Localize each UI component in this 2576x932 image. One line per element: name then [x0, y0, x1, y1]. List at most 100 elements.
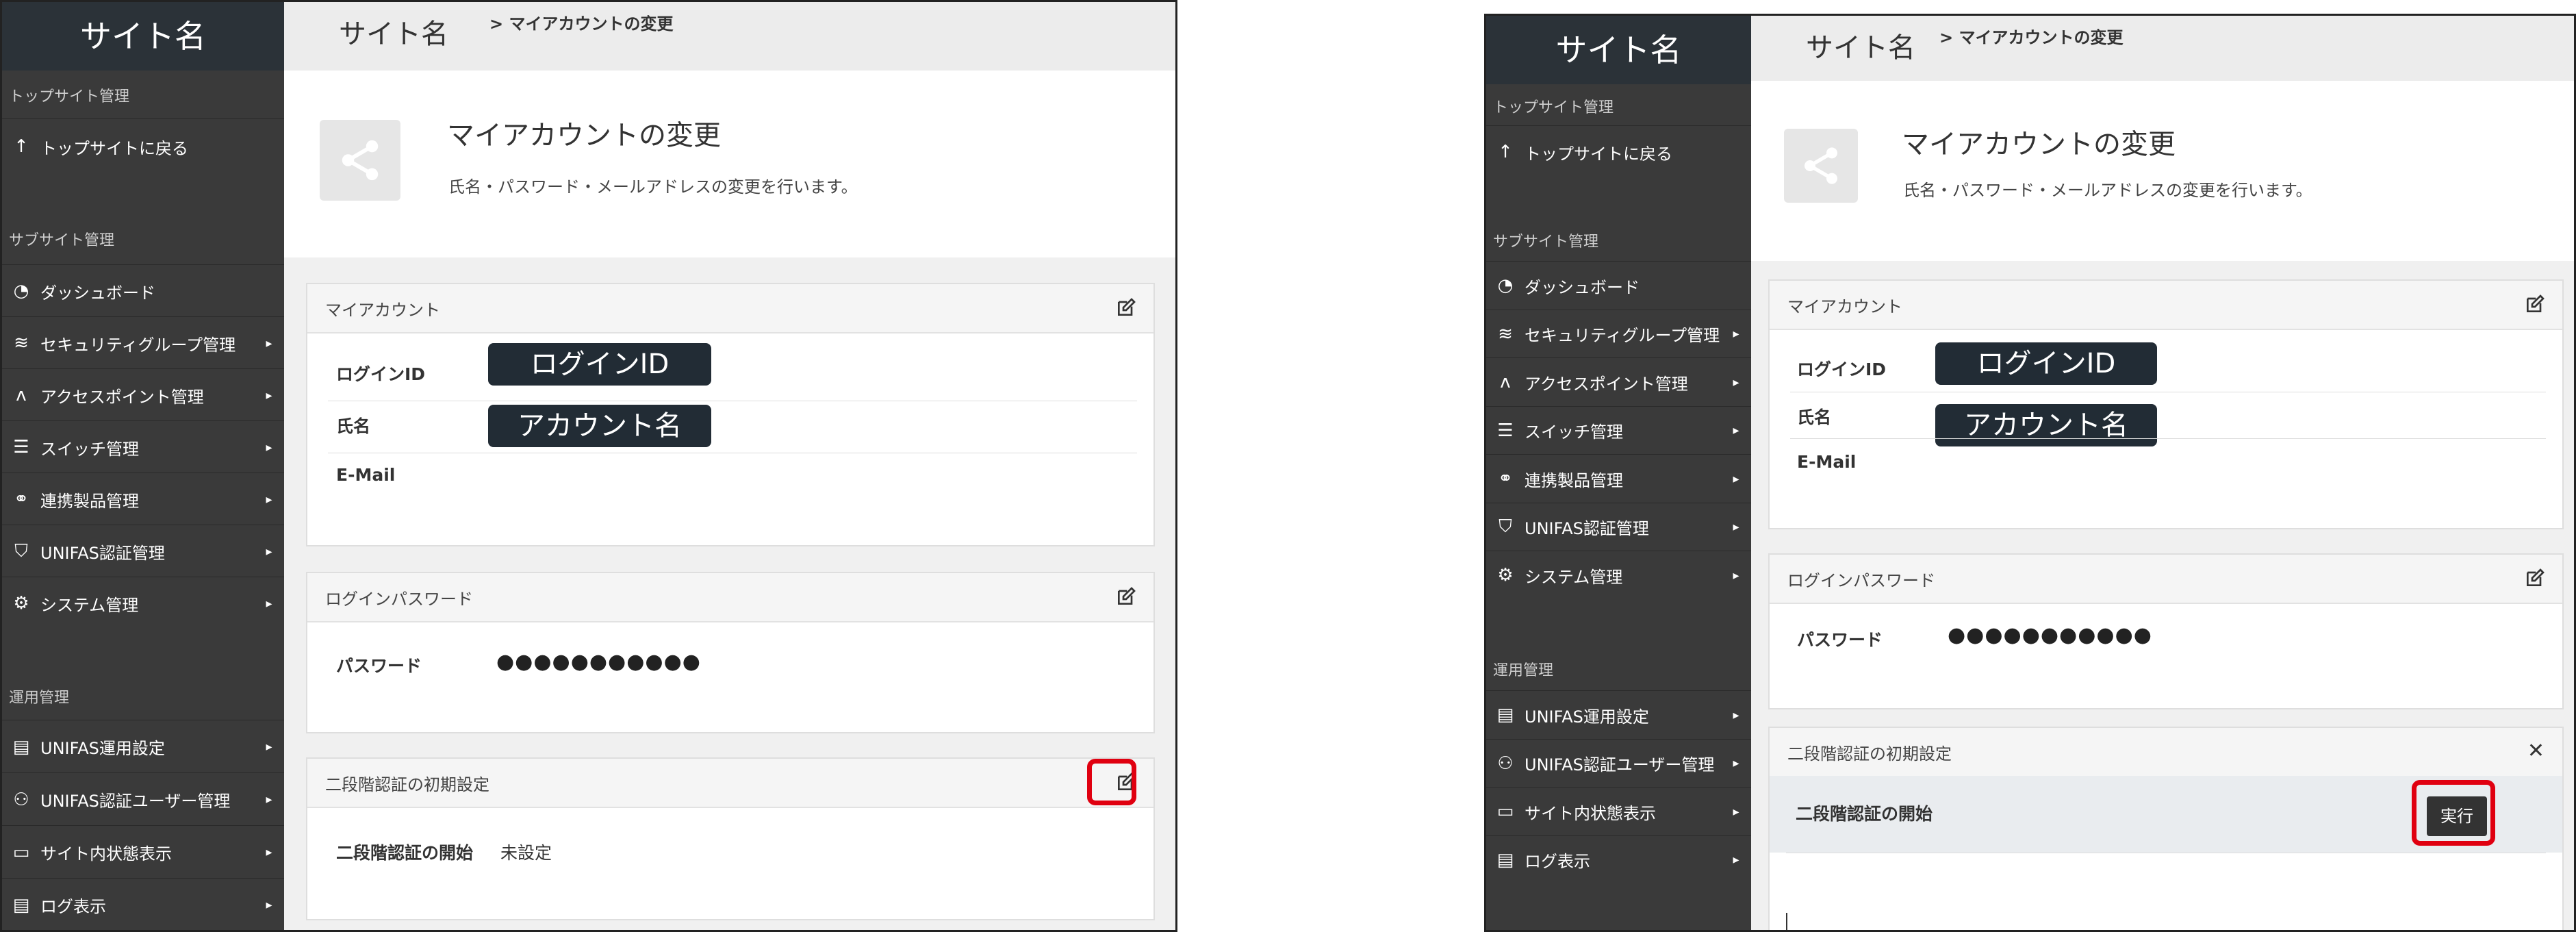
email-label: E-Mail — [1797, 452, 1857, 472]
sidebar-item[interactable]: ≋ セキュリティグループ管理 ▸ — [2, 316, 284, 369]
name-value: アカウント名 — [1935, 404, 2157, 446]
login-password-title: ログインパスワード — [325, 590, 473, 609]
page-title: マイアカウントの変更 — [1902, 129, 2176, 160]
section-top-site: トップサイト管理 — [1493, 99, 1614, 116]
login-password-title: ログインパスワード — [1787, 571, 1935, 590]
gears-icon: ⚙ — [1497, 565, 1514, 585]
sidebar-item[interactable]: ⚇ UNIFAS認証ユーザー管理 ▸ — [1486, 738, 1751, 788]
breadcrumb-site[interactable]: サイト名 — [339, 12, 448, 51]
close-icon[interactable]: ✕ — [2527, 739, 2545, 763]
password-value: ●●●●●●●●●●● — [1948, 623, 2152, 647]
chevron-right-icon: ▸ — [1733, 853, 1739, 867]
my-account-title: マイアカウント — [1787, 297, 1902, 316]
breadcrumb-current: > マイアカウントの変更 — [489, 14, 674, 34]
sidebar-item-label: UNIFAS認証管理 — [1525, 519, 1649, 538]
login-id-value: ログインID — [488, 343, 711, 386]
chevron-right-icon: ▸ — [266, 492, 272, 507]
name-value: アカウント名 — [488, 405, 711, 447]
login-password-card: ログインパスワード パスワード ●●●●●●●●●●● — [1768, 553, 2564, 709]
sliders-icon: ☰ — [13, 437, 29, 457]
dashboard-icon: ◔ — [1497, 275, 1514, 296]
sidebar-item[interactable]: ☰ スイッチ管理 ▸ — [1486, 405, 1751, 455]
sidebar-item[interactable]: ⚭ 連携製品管理 ▸ — [2, 473, 284, 525]
sidebar-item-label: UNIFAS認証ユーザー管理 — [40, 792, 231, 811]
password-label: パスワード — [336, 656, 422, 676]
edit-icon[interactable] — [2524, 567, 2546, 589]
sidebar-item[interactable]: ☰ スイッチ管理 ▸ — [2, 420, 284, 473]
page-header: マイアカウントの変更 氏名・パスワード・メールアドレスの変更を行います。 — [284, 71, 1175, 257]
sidebar-item[interactable]: ▤ ログ表示 ▸ — [1486, 835, 1751, 884]
login-id-label: ログインID — [1797, 360, 1887, 379]
sidebar-item[interactable]: ▭ サイト内状態表示 ▸ — [1486, 787, 1751, 835]
sidebar-item[interactable]: ▭ サイト内状態表示 ▸ — [2, 825, 284, 879]
breadcrumb: サイト名 > マイアカウントの変更 — [284, 2, 1175, 71]
users-icon: ⚇ — [1497, 753, 1514, 774]
text-cursor — [1786, 913, 1787, 930]
sidebar-item-label: UNIFAS運用設定 — [40, 739, 165, 758]
sliders-icon: ☰ — [1497, 420, 1514, 441]
sidebar-item[interactable]: ᴧ アクセスポイント管理 ▸ — [2, 368, 284, 421]
chevron-right-icon: ▸ — [1733, 804, 1739, 819]
sidebar-item[interactable]: ◔ ダッシュボード — [2, 264, 284, 317]
sidebar-item[interactable]: ⚙ システム管理 ▸ — [2, 577, 284, 629]
sidebar-item[interactable]: ≋ セキュリティグループ管理 ▸ — [1486, 309, 1751, 358]
log-icon: ▤ — [1496, 849, 1514, 870]
sidebar-item-label: UNIFAS運用設定 — [1525, 707, 1649, 727]
section-sub-site: サブサイト管理 — [9, 232, 115, 249]
sidebar-item[interactable]: ⚇ UNIFAS認証ユーザー管理 ▸ — [2, 772, 284, 826]
site-name: サイト名 — [1486, 16, 1751, 84]
edit-icon[interactable] — [2524, 293, 2546, 315]
sidebar-item[interactable]: ⚭ 連携製品管理 ▸ — [1486, 454, 1751, 503]
screenshot-right: サイト名 トップサイト管理 ↑ トップサイトに戻る サブサイト管理 ◔ ダッシュボ… — [1484, 14, 2576, 932]
monitor-icon: ▭ — [12, 842, 30, 863]
sidebar-item[interactable]: ᴧ アクセスポイント管理 ▸ — [1486, 357, 1751, 406]
my-account-card: マイアカウント ログインID ログインID 氏名 アカウント名 E-Mail — [1768, 279, 2564, 529]
chevron-right-icon: ▸ — [266, 845, 272, 859]
page-title: マイアカウントの変更 — [447, 120, 721, 151]
sidebar-item-label: ログ表示 — [1525, 852, 1590, 871]
share-icon — [1784, 129, 1858, 203]
highlight-edit-two-factor — [1087, 759, 1136, 805]
password-value: ●●●●●●●●●●● — [496, 650, 701, 674]
password-label: パスワード — [1797, 630, 1883, 650]
sidebar-item-label: セキュリティグループ管理 — [1525, 326, 1720, 345]
sidebar-item-label: サイト内状態表示 — [1525, 803, 1656, 823]
sidebar-item[interactable]: ⛉ UNIFAS認証管理 ▸ — [2, 525, 284, 577]
sidebar-item[interactable]: ⚙ システム管理 ▸ — [1486, 551, 1751, 599]
shield-icon: ⛉ — [14, 540, 28, 562]
breadcrumb: サイト名 > マイアカウントの変更 — [1751, 16, 2574, 81]
site-name: サイト名 — [2, 2, 284, 71]
two-factor-status: 未設定 — [500, 843, 552, 863]
edit-icon[interactable] — [1115, 297, 1137, 318]
sidebar-item[interactable]: ◔ ダッシュボード — [1486, 261, 1751, 310]
login-password-card: ログインパスワード パスワード ●●●●●●●●●●● — [306, 572, 1155, 733]
sidebar-item-label: システム管理 — [1525, 567, 1623, 587]
screenshot-left: サイト名 トップサイト管理 ↑ トップサイトに戻る サブサイト管理 ◔ ダッシュボ… — [0, 0, 1177, 932]
sidebar-item[interactable]: ▤ UNIFAS運用設定 ▸ — [2, 720, 284, 773]
chevron-right-icon: ▸ — [1733, 327, 1739, 341]
chevron-right-icon: ▸ — [1733, 568, 1739, 583]
log-icon: ▤ — [12, 894, 30, 916]
sidebar-item[interactable]: ⛉ UNIFAS認証管理 ▸ — [1486, 502, 1751, 551]
sidebar-item-label: ログ表示 — [40, 897, 106, 916]
breadcrumb-site[interactable]: サイト名 — [1806, 25, 1915, 65]
sidebar-item-label: スイッチ管理 — [40, 439, 139, 459]
link-icon: ⚭ — [1498, 468, 1513, 489]
edit-icon[interactable] — [1115, 585, 1137, 607]
section-ops: 運用管理 — [9, 690, 70, 707]
sidebar-item[interactable]: ▤ UNIFAS運用設定 ▸ — [1486, 690, 1751, 739]
chevron-right-icon: ▸ — [1733, 707, 1739, 722]
shield-icon: ⛉ — [1499, 516, 1512, 537]
sidebar-item-back-top[interactable]: ↑ トップサイトに戻る — [2, 118, 284, 174]
section-sub-site: サブサイト管理 — [1493, 234, 1599, 251]
sidebar-item-back-top[interactable]: ↑ トップサイトに戻る — [1486, 125, 1751, 178]
monitor-icon: ▭ — [1496, 801, 1514, 822]
sidebar-item[interactable]: ▤ ログ表示 ▸ — [2, 878, 284, 930]
chevron-right-icon: ▸ — [266, 388, 272, 403]
sidebar-item-label: セキュリティグループ管理 — [40, 335, 236, 355]
chevron-right-icon: ▸ — [266, 740, 272, 754]
login-id-label: ログインID — [336, 364, 426, 384]
sidebar-item-label: アクセスポイント管理 — [40, 387, 204, 407]
chevron-right-icon: ▸ — [1733, 471, 1739, 486]
sidebar-item-label: ダッシュボード — [1525, 277, 1640, 297]
